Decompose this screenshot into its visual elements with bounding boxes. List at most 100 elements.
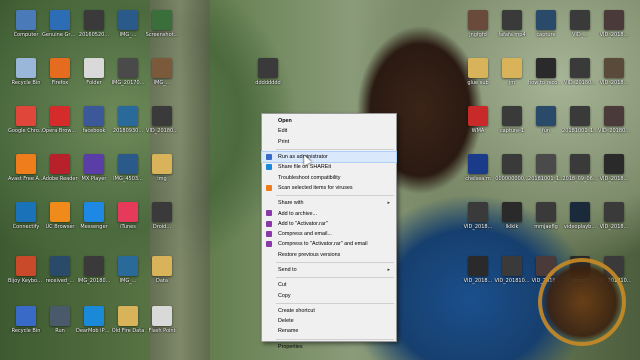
desktop-icon[interactable]: VID_2018...	[460, 256, 496, 284]
desktop-icon[interactable]: Folder	[76, 58, 112, 86]
desktop-icon[interactable]: 000000000...	[494, 154, 530, 182]
watermark-logo	[538, 258, 626, 346]
shield-icon	[266, 153, 272, 160]
desktop-icon[interactable]: VID_20180...	[144, 106, 180, 134]
menu-item[interactable]: Troubleshoot compatibility	[262, 172, 396, 182]
desktop-icon[interactable]: Run	[42, 306, 78, 334]
desktop-icon[interactable]: WMA	[460, 106, 496, 134]
desktop-icon[interactable]: VID_201810...	[494, 256, 530, 284]
desktop-icon[interactable]: fun	[528, 106, 564, 134]
desktop-icon[interactable]: IMG_20180...	[76, 256, 112, 284]
desktop-icon[interactable]: 20181001_1...	[528, 154, 564, 182]
desktop-icon[interactable]: Google Chrome	[8, 106, 44, 134]
menu-item[interactable]: Create shortcut	[262, 306, 396, 316]
desktop-icon[interactable]: VID_20180...	[562, 58, 598, 86]
desktop-icon[interactable]: videoplayb...	[562, 202, 598, 230]
desktop-icon[interactable]: MX Player	[76, 154, 112, 182]
menu-item[interactable]: Edit	[262, 126, 396, 136]
desktop-icon[interactable]: received_...	[42, 256, 78, 284]
desktop-icon[interactable]: 2018_09_06...	[562, 154, 598, 182]
menu-item[interactable]: Open	[262, 116, 396, 126]
desktop-icon[interactable]: Connectify	[8, 202, 44, 230]
desktop-icon[interactable]: UC Browser	[42, 202, 78, 230]
desktop-icon[interactable]: Screenshot...	[144, 10, 180, 38]
desktop-icon-label: VID_2018...	[599, 224, 629, 230]
menu-item[interactable]: Share with ▸	[262, 198, 396, 208]
menu-item[interactable]: Run as administrator	[261, 150, 397, 164]
menu-separator	[276, 261, 394, 263]
file-icon	[84, 106, 104, 126]
desktop-icon[interactable]: fafafa.mp4	[494, 10, 530, 38]
desktop-icon[interactable]: IMG_4503...	[110, 154, 146, 182]
desktop-icon[interactable]: iTunes	[110, 202, 146, 230]
desktop-icon[interactable]: Bijoy Keyboard	[8, 256, 44, 284]
desktop-icon-label: VID_20180...	[146, 128, 178, 134]
desktop-icon[interactable]: Opera Browser	[42, 106, 78, 134]
desktop-icon[interactable]: chelsea m	[460, 154, 496, 182]
desktop-icon[interactable]: Genuine Gratis	[42, 10, 78, 38]
desktop-icon[interactable]: 20180930...	[110, 106, 146, 134]
desktop-icon[interactable]: capture-1	[494, 106, 530, 134]
desktop-icon[interactable]: jngfgfd	[460, 10, 496, 38]
menu-item[interactable]: Share file on SHAREit	[262, 162, 396, 172]
desktop-icon[interactable]: IMG_...	[144, 58, 180, 86]
menu-item[interactable]: Cut	[262, 280, 396, 290]
menu-item[interactable]: Compress to "Activator.rar" and email	[262, 239, 396, 249]
desktop-icon[interactable]: VID_20180...	[596, 106, 632, 134]
desktop-icon[interactable]: VID_2018...	[596, 10, 632, 38]
desktop-icon[interactable]: Old Fire Data	[110, 306, 146, 334]
desktop-icon[interactable]: Recycle Bin	[8, 58, 44, 86]
file-icon	[152, 106, 172, 126]
desktop-icon[interactable]: facebook	[76, 106, 112, 134]
file-icon	[118, 106, 138, 126]
desktop-icon[interactable]: IMG_...	[110, 10, 146, 38]
desktop-icon[interactable]: dddddddd	[250, 58, 286, 86]
menu-item[interactable]: Restore previous versions	[262, 250, 396, 260]
desktop-icon[interactable]: Droid...	[144, 202, 180, 230]
desktop-icon[interactable]: Recycle Bin	[8, 306, 44, 334]
desktop-icon[interactable]: 20181001_1...	[562, 106, 598, 134]
desktop-icon[interactable]: 20160520...	[76, 10, 112, 38]
desktop-icon[interactable]: how to recover...	[528, 58, 564, 86]
desktop-icon[interactable]: VID_2018...	[596, 202, 632, 230]
desktop-icon[interactable]: IMG_20170...	[110, 58, 146, 86]
desktop-icon[interactable]: DearMob iPhone	[76, 306, 112, 334]
desktop-icon[interactable]: Computer	[8, 10, 44, 38]
menu-item[interactable]: Copy	[262, 290, 396, 300]
menu-item-label: Properties	[278, 343, 303, 350]
desktop-icon[interactable]: Adobe Reader	[42, 154, 78, 182]
desktop-icon-label: VID_20180...	[598, 128, 630, 134]
menu-item[interactable]: Add to archive...	[262, 208, 396, 218]
desktop-icon[interactable]: Messenger	[76, 202, 112, 230]
menu-item[interactable]: Send to ▸	[262, 265, 396, 275]
desktop-icon[interactable]: jm	[494, 58, 530, 86]
desktop-icon[interactable]: VID_2018...	[596, 58, 632, 86]
desktop-icon-label: Firefox	[51, 80, 69, 86]
file-icon	[152, 306, 172, 326]
menu-item[interactable]: Add to "Activator.rar"	[262, 219, 396, 229]
desktop-icon[interactable]: Flash Point	[144, 306, 180, 334]
desktop-icon[interactable]: VID_2018...	[460, 202, 496, 230]
desktop-icon[interactable]: Avast Free Antivirus	[8, 154, 44, 182]
desktop-icon[interactable]: img	[144, 154, 180, 182]
menu-item[interactable]: Delete	[262, 316, 396, 326]
desktop-icon[interactable]: VID_...	[562, 10, 598, 38]
desktop-icon[interactable]: lklklk	[494, 202, 530, 230]
file-icon	[50, 106, 70, 126]
desktop-icon[interactable]: capture	[528, 10, 564, 38]
menu-item[interactable]: Rename	[262, 326, 396, 336]
desktop-icon[interactable]: Firefox	[42, 58, 78, 86]
menu-item[interactable]: Print	[262, 137, 396, 147]
menu-item-label: Print	[278, 138, 290, 145]
desktop-icon[interactable]: Data	[144, 256, 180, 284]
menu-item[interactable]: Properties	[262, 342, 396, 352]
desktop-icon[interactable]: mmjaeflg	[528, 202, 564, 230]
desktop-icon[interactable]: IMG_...	[110, 256, 146, 284]
desktop-icon[interactable]: VID_2018...	[596, 154, 632, 182]
menu-item[interactable]: Compress and email...	[262, 229, 396, 239]
desktop-icon[interactable]: glue sub	[460, 58, 496, 86]
file-icon	[50, 306, 70, 326]
desktop-icon-label: img	[157, 176, 167, 182]
desktop-icon-label: UC Browser	[45, 224, 75, 230]
menu-item[interactable]: Scan selected items for viruses	[262, 183, 396, 193]
